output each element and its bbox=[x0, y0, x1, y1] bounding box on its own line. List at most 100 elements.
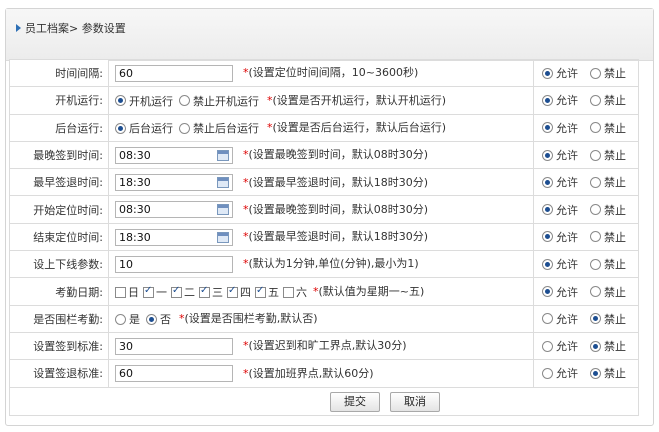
setting-row: 最早签退时间: *(设置最早签退时间，默认18时30分) 允许 禁止 bbox=[9, 168, 639, 197]
setting-input[interactable] bbox=[115, 365, 233, 383]
weekday-option[interactable]: 日 bbox=[115, 284, 139, 300]
time-picker[interactable] bbox=[115, 174, 233, 192]
radio-button[interactable] bbox=[590, 231, 601, 243]
weekday-option[interactable]: 一 bbox=[143, 284, 167, 300]
permission-label: 允许 bbox=[556, 67, 578, 81]
radio-button[interactable] bbox=[542, 149, 553, 161]
permission-deny[interactable]: 禁止 bbox=[590, 92, 626, 108]
permission-deny[interactable]: 禁止 bbox=[590, 284, 626, 300]
radio-button[interactable] bbox=[590, 367, 601, 379]
radio-button[interactable] bbox=[590, 286, 601, 298]
permission-deny[interactable]: 禁止 bbox=[590, 147, 626, 163]
radio-button[interactable] bbox=[542, 258, 553, 270]
permission-deny[interactable]: 禁止 bbox=[590, 256, 626, 272]
radio-option[interactable]: 否 bbox=[146, 311, 171, 327]
radio-button[interactable] bbox=[542, 367, 553, 379]
radio-button[interactable] bbox=[542, 313, 553, 325]
setting-input[interactable] bbox=[115, 337, 233, 355]
permission-allow[interactable]: 允许 bbox=[542, 174, 578, 190]
radio-button[interactable] bbox=[542, 67, 553, 79]
radio-button[interactable] bbox=[590, 67, 601, 79]
permission-allow[interactable]: 允许 bbox=[542, 202, 578, 218]
permission-deny[interactable]: 禁止 bbox=[590, 202, 626, 218]
calendar-icon[interactable] bbox=[217, 231, 229, 243]
setting-input[interactable] bbox=[115, 64, 233, 82]
calendar-icon[interactable] bbox=[217, 149, 229, 161]
permission-deny[interactable]: 禁止 bbox=[590, 311, 626, 327]
permission-allow[interactable]: 允许 bbox=[542, 147, 578, 163]
radio-option[interactable]: 禁止开机运行 bbox=[179, 93, 259, 109]
radio-button[interactable] bbox=[542, 340, 553, 352]
permission-deny[interactable]: 禁止 bbox=[590, 229, 626, 245]
radio-button[interactable] bbox=[115, 313, 126, 325]
checkbox[interactable] bbox=[143, 285, 154, 298]
permission-deny[interactable]: 禁止 bbox=[590, 365, 626, 381]
checkbox[interactable] bbox=[199, 285, 210, 298]
checkbox-label: 一 bbox=[156, 286, 167, 300]
radio-option[interactable]: 开机运行 bbox=[115, 93, 173, 109]
permission-allow[interactable]: 允许 bbox=[542, 65, 578, 81]
radio-button[interactable] bbox=[590, 258, 601, 270]
settings-form: 时间间隔:*(设置定位时间间隔，10~3600秒)允许禁止开机运行:开机运行禁止… bbox=[9, 58, 639, 388]
time-input[interactable] bbox=[116, 147, 216, 163]
radio-option[interactable]: 是 bbox=[115, 311, 140, 327]
radio-button[interactable] bbox=[590, 340, 601, 352]
radio-button[interactable] bbox=[590, 149, 601, 161]
time-picker[interactable] bbox=[115, 146, 233, 164]
permission-allow[interactable]: 允许 bbox=[542, 284, 578, 300]
checkbox[interactable] bbox=[115, 286, 126, 298]
setting-input[interactable] bbox=[115, 255, 233, 273]
radio-button[interactable] bbox=[115, 122, 126, 134]
radio-button[interactable] bbox=[590, 94, 601, 106]
radio-option[interactable]: 后台运行 bbox=[115, 120, 173, 136]
permission-allow[interactable]: 允许 bbox=[542, 92, 578, 108]
checkbox[interactable] bbox=[255, 285, 266, 298]
permission-deny[interactable]: 禁止 bbox=[590, 120, 626, 136]
permission-allow[interactable]: 允许 bbox=[542, 311, 578, 327]
permission-allow[interactable]: 允许 bbox=[542, 256, 578, 272]
time-picker[interactable] bbox=[115, 201, 233, 219]
radio-button[interactable] bbox=[542, 176, 553, 188]
weekday-option[interactable]: 五 bbox=[255, 284, 279, 300]
radio-button[interactable] bbox=[590, 204, 601, 216]
permission-label: 允许 bbox=[556, 121, 578, 135]
submit-button[interactable]: 提交 bbox=[330, 392, 380, 412]
radio-button[interactable] bbox=[542, 286, 553, 298]
weekday-option[interactable]: 三 bbox=[199, 284, 223, 300]
time-input[interactable] bbox=[116, 175, 216, 191]
radio-button[interactable] bbox=[542, 122, 553, 134]
checkbox[interactable] bbox=[171, 285, 182, 298]
radio-button[interactable] bbox=[590, 122, 601, 134]
calendar-icon[interactable] bbox=[217, 177, 229, 189]
radio-button[interactable] bbox=[590, 176, 601, 188]
permission-allow[interactable]: 允许 bbox=[542, 120, 578, 136]
setting-row: 开机运行: 开机运行 禁止开机运行 *(设置是否开机运行，默认开机运行) 允许 禁止 bbox=[9, 86, 639, 115]
time-input[interactable] bbox=[116, 202, 216, 218]
weekday-option[interactable]: 二 bbox=[171, 284, 195, 300]
weekday-option[interactable]: 六 bbox=[283, 284, 307, 300]
radio-button[interactable] bbox=[179, 122, 190, 134]
calendar-icon[interactable] bbox=[217, 204, 229, 216]
permission-allow[interactable]: 允许 bbox=[542, 229, 578, 245]
time-input[interactable] bbox=[116, 229, 216, 245]
permission-deny[interactable]: 禁止 bbox=[590, 65, 626, 81]
radio-option[interactable]: 禁止后台运行 bbox=[179, 120, 259, 136]
radio-button[interactable] bbox=[542, 231, 553, 243]
radio-button[interactable] bbox=[542, 94, 553, 106]
checkbox[interactable] bbox=[227, 285, 238, 298]
permission-allow[interactable]: 允许 bbox=[542, 365, 578, 381]
radio-button[interactable] bbox=[179, 95, 190, 107]
radio-button[interactable] bbox=[542, 204, 553, 216]
permission-allow[interactable]: 允许 bbox=[542, 338, 578, 354]
time-picker[interactable] bbox=[115, 228, 233, 246]
radio-button[interactable] bbox=[590, 313, 601, 325]
permission-deny[interactable]: 禁止 bbox=[590, 174, 626, 190]
breadcrumb: 员工档案> 参数设置 bbox=[16, 20, 126, 36]
permission-label: 禁止 bbox=[604, 67, 626, 81]
radio-button[interactable] bbox=[146, 313, 157, 325]
weekday-option[interactable]: 四 bbox=[227, 284, 251, 300]
radio-button[interactable] bbox=[115, 95, 126, 107]
permission-deny[interactable]: 禁止 bbox=[590, 338, 626, 354]
cancel-button[interactable]: 取消 bbox=[390, 392, 440, 412]
checkbox[interactable] bbox=[283, 286, 294, 298]
